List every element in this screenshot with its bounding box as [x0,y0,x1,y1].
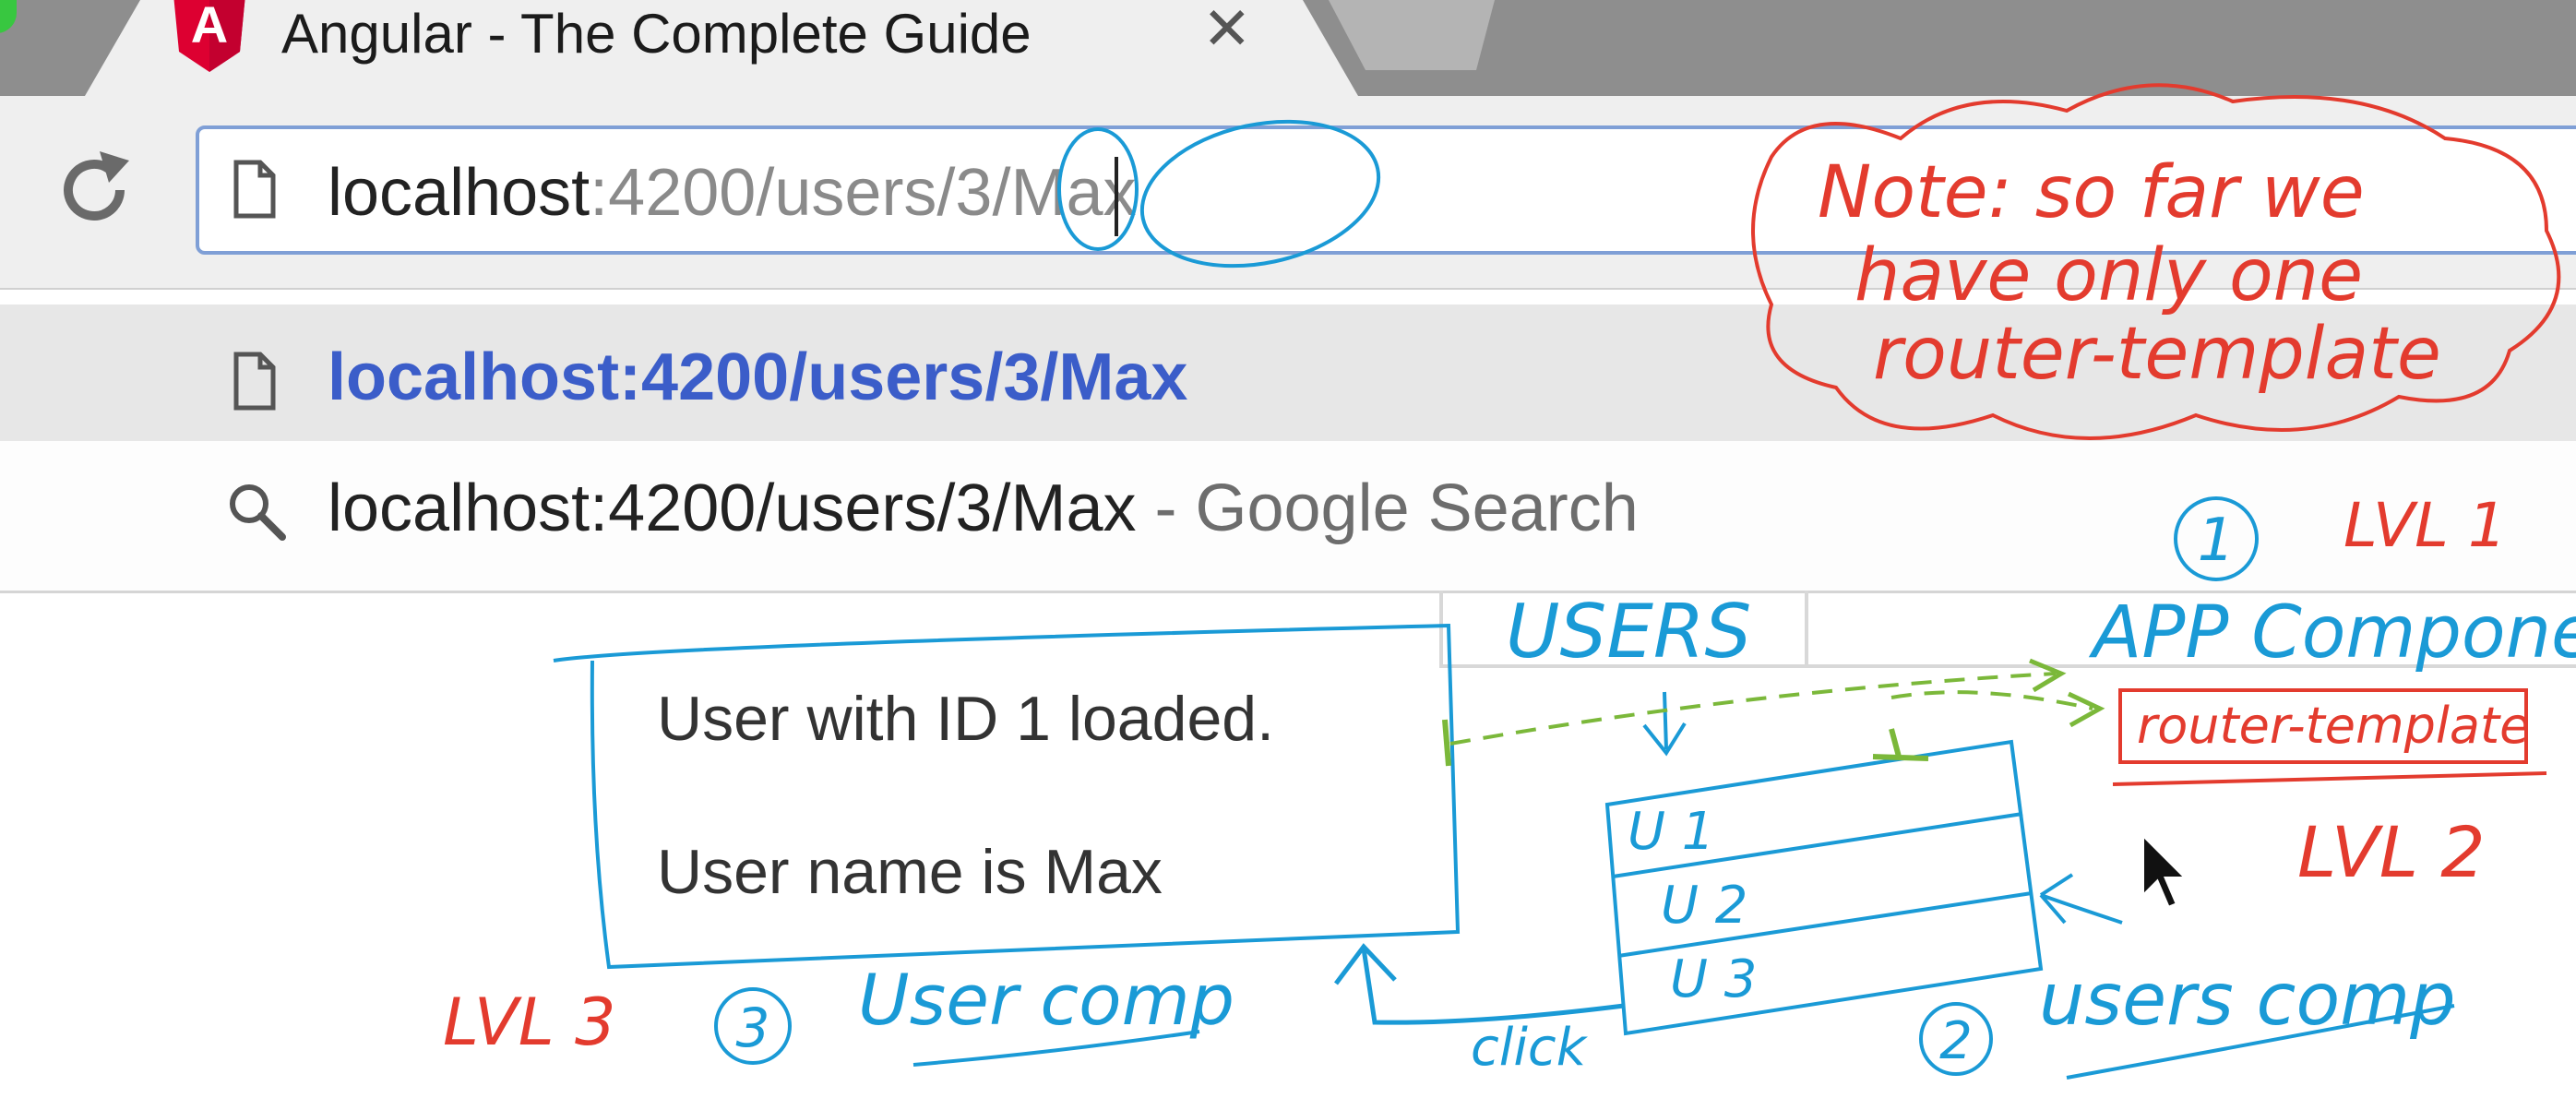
users-heading: USERS [1506,589,1751,674]
users-row-2: U 2 [1661,876,1747,936]
app-label: APP Component [2088,591,2576,674]
click-arrow [1334,943,1625,1025]
user-comp-box [553,623,1461,970]
users-row-1: U 1 [1628,802,1714,862]
app-number: 1 [2198,507,2236,575]
circle-annotation [1139,119,1381,269]
link-anchor [1442,719,1451,767]
left-arrow [2039,873,2123,925]
down-arrow [1642,691,1687,757]
mouse-pointer-icon [2141,830,2191,911]
arrowhead [2067,691,2105,728]
user-number: 3 [736,997,770,1059]
dashed-link [1449,672,2057,746]
router-template-label: router-template [2137,697,2530,755]
note-line-1: Note: so far we [1818,151,2365,234]
users-level: LVL 2 [2297,811,2486,893]
dashed-link [1890,690,2093,710]
annotation-layer: Note: so far we have only one router-tem… [443,83,2576,1080]
user-label: User comp [858,959,1234,1041]
users-number: 2 [1939,1011,1973,1071]
note-line-2: have only one [1854,234,2363,317]
user-level: LVL 3 [443,985,616,1060]
app-level: LVL 1 [2343,490,2507,561]
underline [2112,771,2547,786]
click-label: click [1471,1018,1589,1078]
note-line-3: router-template [1873,313,2441,396]
users-label: users comp [2039,959,2456,1042]
circle-annotation [1057,127,1139,251]
users-row-3: U 3 [1670,949,1757,1009]
link-anchor [1872,728,1929,761]
